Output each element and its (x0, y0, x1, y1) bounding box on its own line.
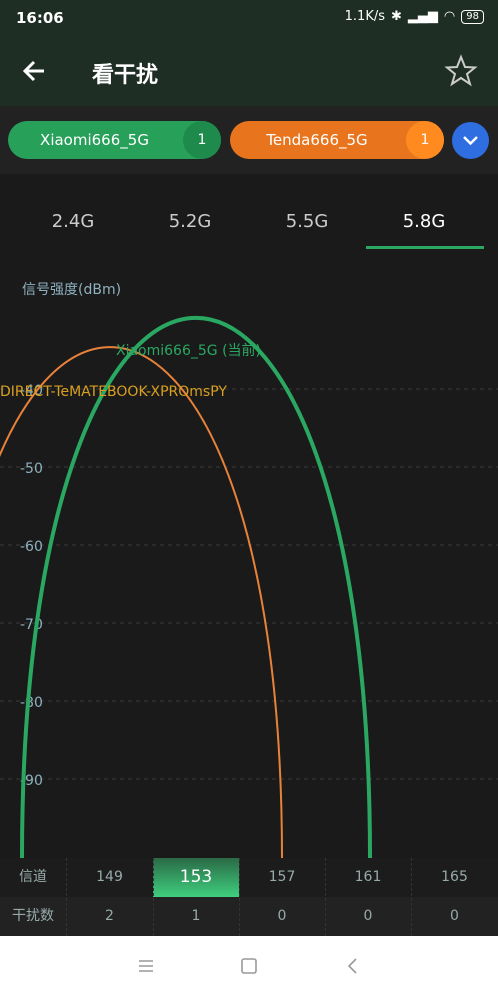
column-divider (325, 858, 326, 936)
channel-table: 信道 149 153 157 161 165 干扰数 2 1 0 0 0 (0, 858, 498, 936)
chip-count: 1 (406, 121, 444, 159)
status-icons: 1.1K/s ✱ ▂▄▆ ◠ 98 (345, 9, 484, 24)
back-icon[interactable] (342, 955, 364, 977)
y-axis-label: 信号强度(dBm) (22, 282, 122, 298)
wifi-icon: ◠ (443, 9, 456, 24)
y-tick-label: -60 (20, 539, 43, 555)
status-bar: 16:06 1.1K/s ✱ ▂▄▆ ◠ 98 (0, 0, 498, 36)
bluetooth-icon: ✱ (391, 9, 402, 24)
channel-row-label: 信道 (19, 869, 47, 885)
network-chip-xiaomi[interactable]: Xiaomi666_5G 1 (8, 121, 221, 159)
network-chip-tenda[interactable]: Tenda666_5G 1 (230, 121, 444, 159)
expand-dropdown-button[interactable] (452, 122, 489, 159)
chip-count: 1 (183, 121, 221, 159)
network-speed: 1.1K/s (344, 9, 386, 24)
back-arrow-icon[interactable] (18, 55, 50, 87)
signal-chart: -40-50-60-70-80-90 DIRECT-TeMATEBOOK-XPR… (0, 316, 498, 858)
interference-cell: 0 (450, 908, 459, 924)
app-bar: 看干扰 (0, 36, 498, 106)
status-time: 16:06 (16, 9, 64, 27)
channel-cell-selected[interactable]: 153 (153, 858, 239, 897)
interference-cell: 2 (105, 908, 114, 924)
y-tick-labels: -40-50-60-70-80-90 (20, 383, 43, 789)
page-title: 看干扰 (92, 63, 159, 88)
column-divider (153, 858, 154, 936)
channel-cell[interactable]: 149 (66, 858, 153, 897)
channel-cell[interactable]: 157 (239, 858, 325, 897)
chevron-down-icon (463, 136, 478, 146)
interference-row-label: 干扰数 (12, 908, 54, 924)
y-tick-label: -80 (20, 695, 43, 711)
interference-row: 干扰数 2 1 0 0 0 (0, 897, 498, 936)
channel-row: 信道 149 153 157 161 165 (0, 858, 498, 897)
tab-5-8g[interactable]: 5.8G (366, 211, 482, 232)
star-icon[interactable] (444, 54, 478, 88)
interference-cell: 0 (277, 908, 287, 924)
column-divider (66, 858, 67, 936)
tab-5-2g[interactable]: 5.2G (132, 211, 248, 232)
column-divider (411, 858, 412, 936)
chip-label: Xiaomi666_5G (40, 131, 149, 149)
band-tabs: 2.4G 5.2G 5.5G 5.8G (0, 190, 498, 252)
series-label-direct: DIRECT-TeMATEBOOK-XPROmsPY (0, 384, 227, 400)
column-divider (239, 858, 240, 936)
chart-grid (0, 388, 498, 780)
y-tick-label: -50 (20, 461, 43, 477)
series-label-xiaomi: Xiaomi666_5G (当前) (116, 342, 261, 359)
menu-icon[interactable] (135, 955, 157, 977)
interference-cell: 0 (363, 908, 373, 924)
tab-5-5g[interactable]: 5.5G (249, 211, 365, 232)
tab-2-4g[interactable]: 2.4G (15, 211, 131, 232)
battery-icon: 98 (461, 9, 484, 24)
network-chip-bar: Xiaomi666_5G 1 Tenda666_5G 1 (0, 106, 498, 174)
y-tick-label: -70 (20, 617, 43, 633)
chip-label: Tenda666_5G (266, 131, 368, 149)
channel-cell[interactable]: 161 (325, 858, 411, 897)
signal-icon: ▂▄▆ (407, 9, 438, 24)
home-icon[interactable] (238, 955, 260, 977)
system-nav-bar (0, 936, 498, 996)
channel-cell[interactable]: 165 (411, 858, 498, 897)
tab-indicator (366, 246, 484, 249)
interference-cell: 1 (191, 908, 201, 924)
